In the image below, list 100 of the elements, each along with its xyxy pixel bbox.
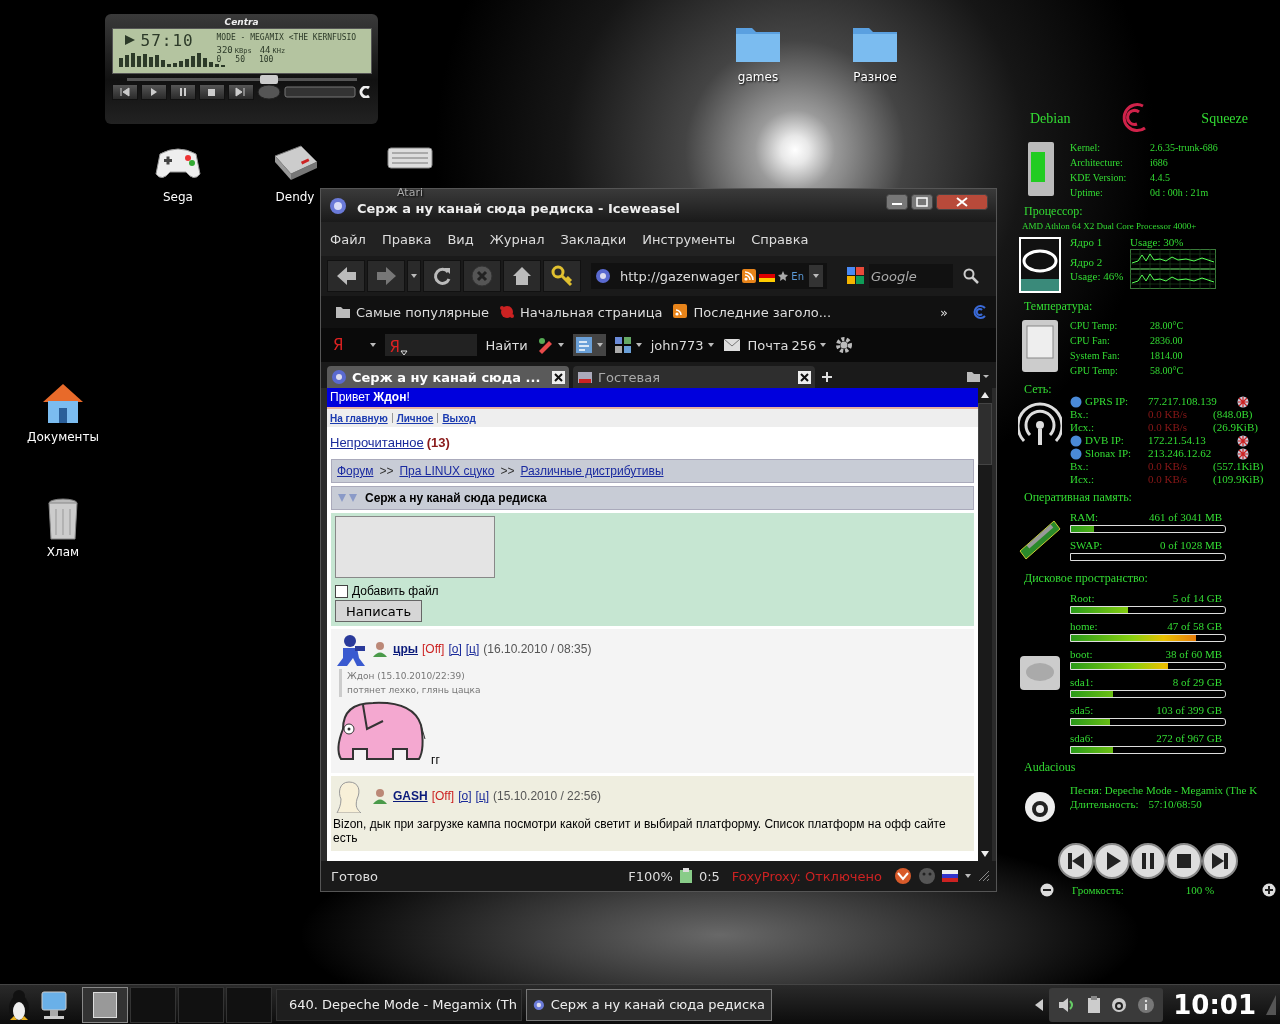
- seek-slider-thumb[interactable]: [260, 75, 279, 84]
- caret-icon[interactable]: [819, 342, 828, 348]
- message-input[interactable]: [335, 516, 495, 578]
- submit-button[interactable]: Написать: [335, 600, 423, 622]
- envelope-icon[interactable]: [722, 338, 741, 352]
- ip-label: DVB IP:: [1085, 434, 1125, 447]
- nav-link[interactable]: Выход: [442, 412, 476, 424]
- menu-item[interactable]: Справка: [751, 231, 809, 247]
- language-label[interactable]: En: [791, 270, 804, 282]
- nav-link[interactable]: На главную: [330, 412, 388, 424]
- menu-item[interactable]: Правка: [381, 231, 432, 247]
- icon-label[interactable]: Atari: [397, 186, 423, 199]
- minimize-icon[interactable]: [886, 194, 908, 210]
- plus-icon[interactable]: [1262, 883, 1277, 897]
- yandex-logo-button[interactable]: Я: [333, 336, 344, 354]
- caret-icon[interactable]: [369, 342, 378, 348]
- checkbox-label[interactable]: Добавить файл: [352, 584, 439, 598]
- settings-icon[interactable]: [835, 336, 854, 354]
- caret-icon[interactable]: [399, 350, 408, 356]
- traffic-total: (26.9KiB): [1213, 421, 1258, 434]
- menu-item[interactable]: Инструменты: [642, 231, 736, 247]
- menu-item[interactable]: Файл: [330, 231, 366, 247]
- key-icon[interactable]: [550, 264, 574, 288]
- post-action-link[interactable]: [ц]: [465, 642, 480, 656]
- icon-label[interactable]: Хлам: [46, 545, 80, 559]
- maximize-icon[interactable]: [911, 194, 933, 210]
- player-logo-icon[interactable]: [1111, 996, 1128, 1013]
- post-date: (16.10.2010 / 08:35): [483, 642, 592, 656]
- nav-link[interactable]: Личное: [396, 412, 434, 424]
- caret-icon[interactable]: [964, 873, 972, 879]
- previous-icon[interactable]: [118, 86, 132, 98]
- caret-icon[interactable]: [706, 342, 715, 348]
- previous-icon[interactable]: [1058, 843, 1094, 879]
- close-icon[interactable]: [936, 194, 988, 210]
- menu-item[interactable]: Закладки: [560, 231, 627, 247]
- virtual-desktop[interactable]: [82, 986, 128, 1023]
- more-bookmarks-button[interactable]: »: [940, 304, 948, 320]
- scroll-up-icon[interactable]: [980, 391, 990, 399]
- checkbox[interactable]: [335, 584, 348, 598]
- menu-item[interactable]: Вид: [447, 231, 474, 247]
- pause-icon[interactable]: [1130, 843, 1166, 879]
- browser-tab[interactable]: Серж а ну канай сюда ...: [327, 366, 569, 388]
- icon-label[interactable]: Sega: [163, 190, 193, 204]
- search-icon[interactable]: [963, 268, 979, 284]
- mail-label[interactable]: Почта: [747, 337, 789, 353]
- volume-slider-icon[interactable]: [284, 85, 356, 99]
- bar-label: boot:: [1070, 647, 1093, 661]
- tab-list-icon[interactable]: [966, 369, 990, 383]
- tray-arrow-icon[interactable]: [1033, 997, 1046, 1012]
- breadcrumb-link[interactable]: Форум: [337, 464, 374, 478]
- flag-icon[interactable]: [942, 870, 958, 882]
- browser-tab[interactable]: Гостевая: [573, 366, 815, 388]
- user-menu[interactable]: john773: [650, 337, 704, 353]
- icon-label[interactable]: Dendy: [275, 190, 315, 204]
- caret-icon[interactable]: [634, 342, 643, 348]
- bookmark-item[interactable]: Самые популярные: [335, 304, 490, 320]
- next-icon[interactable]: [234, 86, 248, 98]
- post-action-link[interactable]: [о]: [448, 642, 462, 656]
- star-icon[interactable]: [778, 271, 789, 281]
- spiral-icon[interactable]: [972, 304, 988, 320]
- search-field[interactable]: Google: [869, 264, 953, 288]
- rss-feed-icon[interactable]: [742, 269, 757, 283]
- post-action-link[interactable]: [ц]: [475, 789, 489, 803]
- caret-icon[interactable]: [812, 273, 820, 279]
- caret-icon[interactable]: [595, 342, 604, 348]
- new-tab-icon[interactable]: [821, 371, 833, 383]
- clock[interactable]: 10:01: [1173, 989, 1256, 1020]
- scroll-down-icon[interactable]: [980, 850, 990, 858]
- taskbar-task[interactable]: Серж а ну канай сюда редиска: [526, 988, 772, 1021]
- icon-label[interactable]: games: [737, 70, 779, 84]
- minus-icon[interactable]: [1040, 883, 1054, 897]
- scrollbar-thumb[interactable]: [978, 403, 992, 465]
- author-link[interactable]: цры: [393, 642, 418, 656]
- post-action-link[interactable]: [о]: [458, 789, 472, 803]
- clipboard-icon[interactable]: [1087, 995, 1102, 1014]
- search-engine-icon[interactable]: [847, 267, 865, 285]
- breadcrumb-link[interactable]: Пра LINUX сцуко: [399, 464, 495, 478]
- author-link[interactable]: GASH: [393, 789, 428, 803]
- menu-item[interactable]: Журнал: [489, 231, 545, 247]
- taskbar-task[interactable]: 640. Depeche Mode - Megamix (Th: [276, 988, 522, 1021]
- find-button[interactable]: Найти: [485, 337, 528, 353]
- caret-icon[interactable]: [410, 273, 418, 279]
- breadcrumb-link[interactable]: Различные дистрибутивы: [520, 464, 664, 478]
- resize-grip-icon[interactable]: [978, 870, 990, 882]
- play-icon[interactable]: [1094, 843, 1130, 879]
- info-icon[interactable]: [1137, 995, 1156, 1014]
- zoom-level[interactable]: F100%: [628, 868, 673, 884]
- next-icon[interactable]: [1202, 843, 1238, 879]
- close-tab-icon[interactable]: [798, 370, 811, 384]
- caret-icon[interactable]: [556, 342, 565, 348]
- close-tab-icon[interactable]: [552, 370, 565, 384]
- bookmark-item[interactable]: Начальная страница: [499, 304, 663, 320]
- clipboard-icon[interactable]: [678, 868, 693, 884]
- address-bar[interactable]: http://gazenwager En: [591, 263, 827, 289]
- unread-link[interactable]: Непрочитанное: [330, 434, 424, 450]
- bookmark-item[interactable]: Последние заголо...: [672, 304, 832, 320]
- stop-icon[interactable]: [1166, 843, 1202, 879]
- icon-label[interactable]: Разное: [853, 70, 897, 84]
- icon-label[interactable]: Документы: [27, 430, 99, 444]
- desktop-corner-icon[interactable]: [1266, 994, 1276, 1015]
